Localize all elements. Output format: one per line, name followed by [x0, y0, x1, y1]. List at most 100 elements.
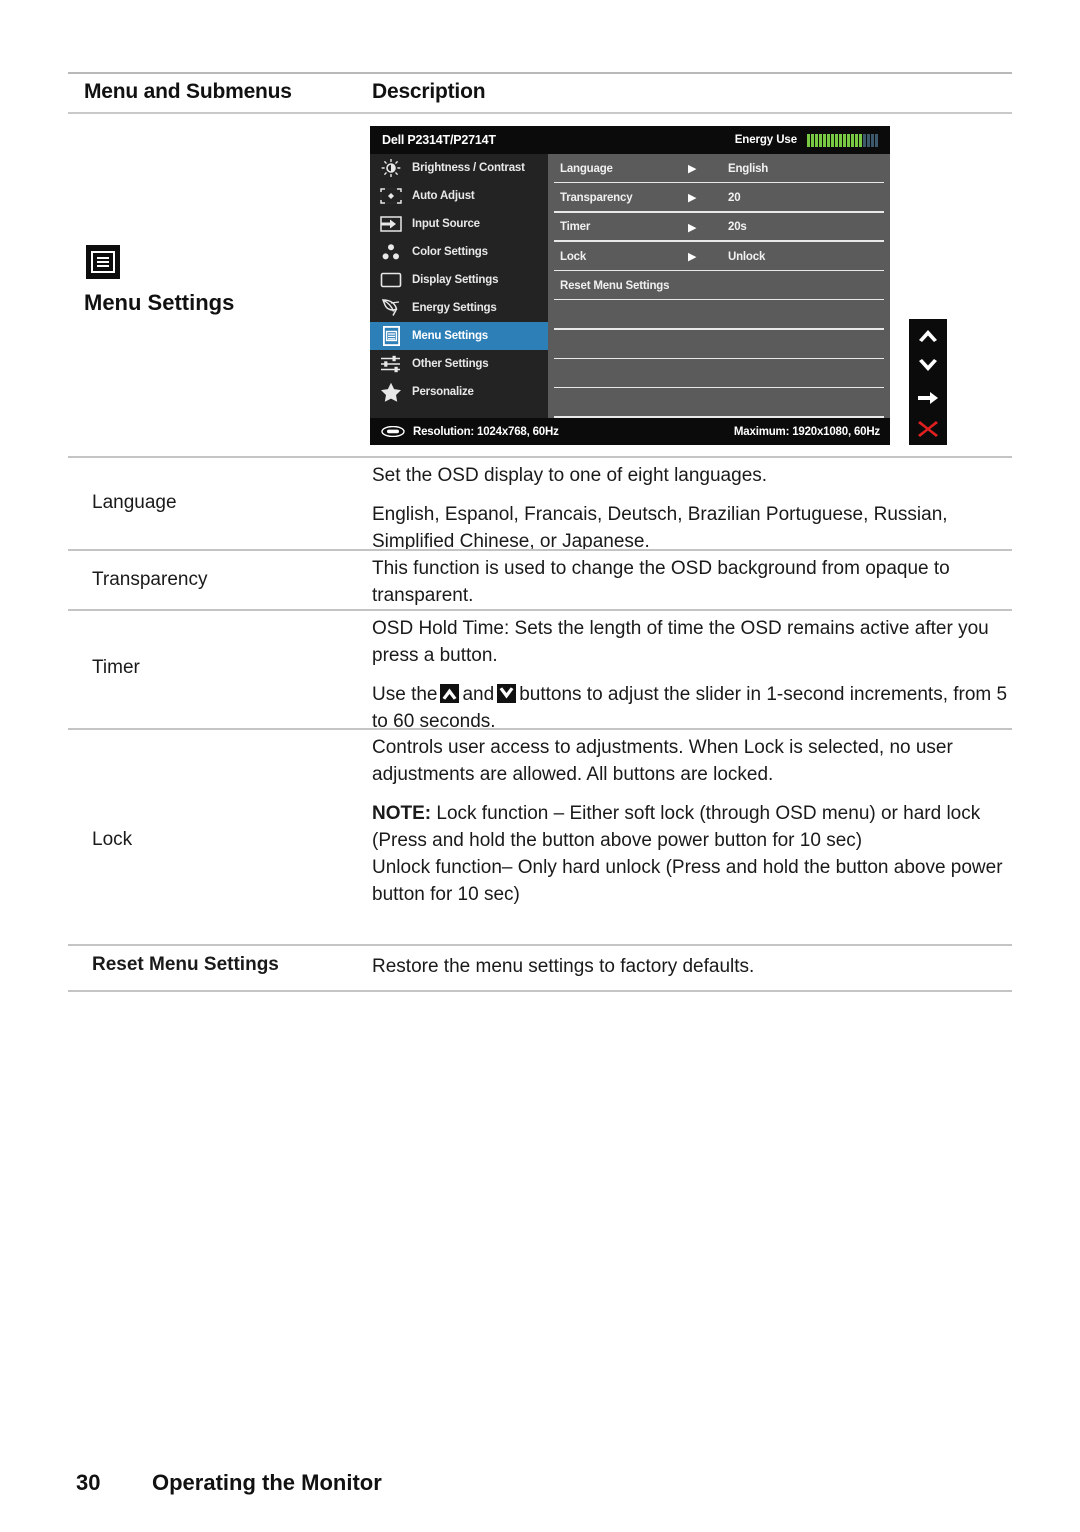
energy-bar-filled [859, 133, 862, 147]
osd-sidebar-item-personalize[interactable]: Personalize [370, 378, 548, 406]
timer-text-2: Use the and buttons to adjust the slider i… [372, 681, 1012, 735]
osd-sidebar-item-energy-settings[interactable]: Energy Settings [370, 294, 548, 322]
menu-settings-icon-inner [91, 251, 115, 273]
energy-bar-filled [835, 133, 838, 147]
lock-note-bold: NOTE: [372, 803, 432, 824]
brightness-icon [378, 158, 404, 178]
row-label-transparency: Transparency [92, 569, 208, 590]
color-settings-icon [378, 242, 404, 262]
osd-submenu-row-transparency[interactable]: Transparency ▶ 20 [548, 183, 890, 213]
energy-bar-empty [875, 133, 878, 147]
osd-submenu-value: 20 [728, 191, 741, 204]
osd-sidebar-item-label: Color Settings [412, 246, 488, 258]
row-label-language: Language [92, 492, 177, 513]
chevron-down-icon [497, 684, 517, 703]
osd-submenu-row-empty [548, 388, 890, 418]
osd-submenu-row-reset-menu-settings[interactable]: Reset Menu Settings [548, 271, 890, 301]
lock-note: NOTE: Lock function – Either soft lock (… [372, 800, 1012, 854]
energy-bar-empty [863, 133, 866, 147]
row-rule [68, 609, 1012, 611]
osd-body: Brightness / Contrast Auto Adjust Input So… [370, 154, 890, 418]
osd-sidebar-item-label: Other Settings [412, 358, 489, 370]
row-rule [68, 549, 1012, 551]
menu-settings-title: Menu Settings [84, 290, 235, 315]
row-label-timer: Timer [92, 657, 140, 678]
osd-sidebar-item-label: Menu Settings [412, 330, 488, 342]
column-header-description: Description [372, 80, 486, 103]
row-rule [68, 944, 1012, 946]
energy-bar-filled [855, 133, 858, 147]
row-description-language: Set the OSD display to one of eight lang… [372, 462, 1012, 555]
energy-bar-filled [819, 133, 822, 147]
osd-sidebar: Brightness / Contrast Auto Adjust Input So… [370, 154, 548, 418]
chevron-right-icon: ▶ [688, 163, 697, 176]
osd-submenu-row-empty [548, 330, 890, 360]
energy-bar-filled [807, 133, 810, 147]
osd-sidebar-item-menu-settings[interactable]: Menu Settings [370, 322, 548, 350]
row-description-timer: OSD Hold Time: Sets the length of time t… [372, 615, 1012, 735]
transparency-text-1: This function is used to change the OSD … [372, 558, 950, 606]
energy-bar-filled [827, 133, 830, 147]
energy-bar-empty [871, 133, 874, 147]
osd-energy-use-label: Energy Use [734, 134, 797, 146]
osd-submenu-row-language[interactable]: Language ▶ English [548, 154, 890, 184]
osd-titlebar: Dell P2314T/P2714T Energy Use [370, 126, 890, 154]
osd-submenu-label: Reset Menu Settings [560, 279, 670, 292]
osd-submenu-value: English [728, 162, 769, 175]
osd-resolution-text: Resolution: 1024x768, 60Hz [413, 425, 559, 438]
chevron-down-icon [915, 354, 941, 378]
arrow-right-icon [915, 386, 941, 410]
page-section-title: Operating the Monitor [152, 1470, 382, 1495]
osd-sidebar-item-label: Brightness / Contrast [412, 162, 525, 174]
page-number: 30 [76, 1470, 101, 1495]
star-icon [378, 382, 404, 402]
osd-submenu-row-lock[interactable]: Lock ▶ Unlock [548, 242, 890, 272]
chevron-right-icon: ▶ [688, 221, 697, 234]
menu-settings-icon [378, 326, 404, 346]
row-rule [68, 728, 1012, 730]
row-label-lock: Lock [92, 829, 133, 850]
chevron-up-icon [440, 684, 460, 703]
osd-submenu-label: Transparency [560, 191, 633, 204]
row-label-reset: Reset Menu Settings [92, 954, 279, 975]
menu-settings-icon-line [96, 261, 110, 263]
vga-connector-icon [380, 426, 406, 438]
chevron-right-icon: ▶ [688, 192, 697, 205]
osd-sidebar-item-label: Input Source [412, 218, 480, 230]
osd-submenu-label: Timer [560, 221, 591, 234]
document-page: Menu and Submenus Description Menu Setti… [0, 0, 1080, 1532]
energy-bar-filled [823, 133, 826, 147]
timer-text-1: OSD Hold Time: Sets the length of time t… [372, 618, 989, 666]
osd-sidebar-item-display-settings[interactable]: Display Settings [370, 266, 548, 294]
osd-sidebar-item-auto-adjust[interactable]: Auto Adjust [370, 182, 548, 210]
energy-bar-filled [831, 133, 834, 147]
close-x-icon [915, 417, 941, 441]
osd-sidebar-item-color-settings[interactable]: Color Settings [370, 238, 548, 266]
osd-model-name: Dell P2314T/P2714T [382, 133, 496, 147]
osd-sidebar-item-label: Auto Adjust [412, 190, 475, 202]
osd-sidebar-item-label: Energy Settings [412, 302, 497, 314]
energy-bar-filled [851, 133, 854, 147]
leaf-icon [378, 298, 404, 318]
display-settings-icon [378, 270, 404, 290]
osd-sidebar-item-label: Display Settings [412, 274, 499, 286]
osd-submenu-label: Lock [560, 250, 587, 263]
energy-bar-filled [815, 133, 818, 147]
osd-submenu-row-empty [548, 359, 890, 389]
osd-sidebar-item-brightness-contrast[interactable]: Brightness / Contrast [370, 154, 548, 182]
language-text-2: English, Espanol, Francais, Deutsch, Bra… [372, 504, 948, 552]
osd-submenu-value: Unlock [728, 250, 766, 263]
auto-adjust-icon [378, 186, 404, 206]
chevron-up-icon [915, 323, 941, 347]
timer-text-2a: Use the [372, 684, 438, 705]
lock-note-text: Lock function – Either soft lock (throug… [372, 803, 981, 851]
chevron-right-icon: ▶ [688, 251, 697, 264]
lock-text-3: Unlock function– Only hard unlock (Press… [372, 857, 1003, 905]
timer-text-2b: and [462, 684, 495, 705]
osd-submenu-row-empty [548, 300, 890, 331]
osd-sidebar-item-input-source[interactable]: Input Source [370, 210, 548, 238]
osd-submenu-label: Language [560, 162, 613, 175]
osd-sidebar-item-other-settings[interactable]: Other Settings [370, 350, 548, 378]
osd-submenu-row-timer[interactable]: Timer ▶ 20s [548, 213, 890, 243]
osd-footer: Resolution: 1024x768, 60Hz Maximum: 1920… [370, 418, 890, 445]
